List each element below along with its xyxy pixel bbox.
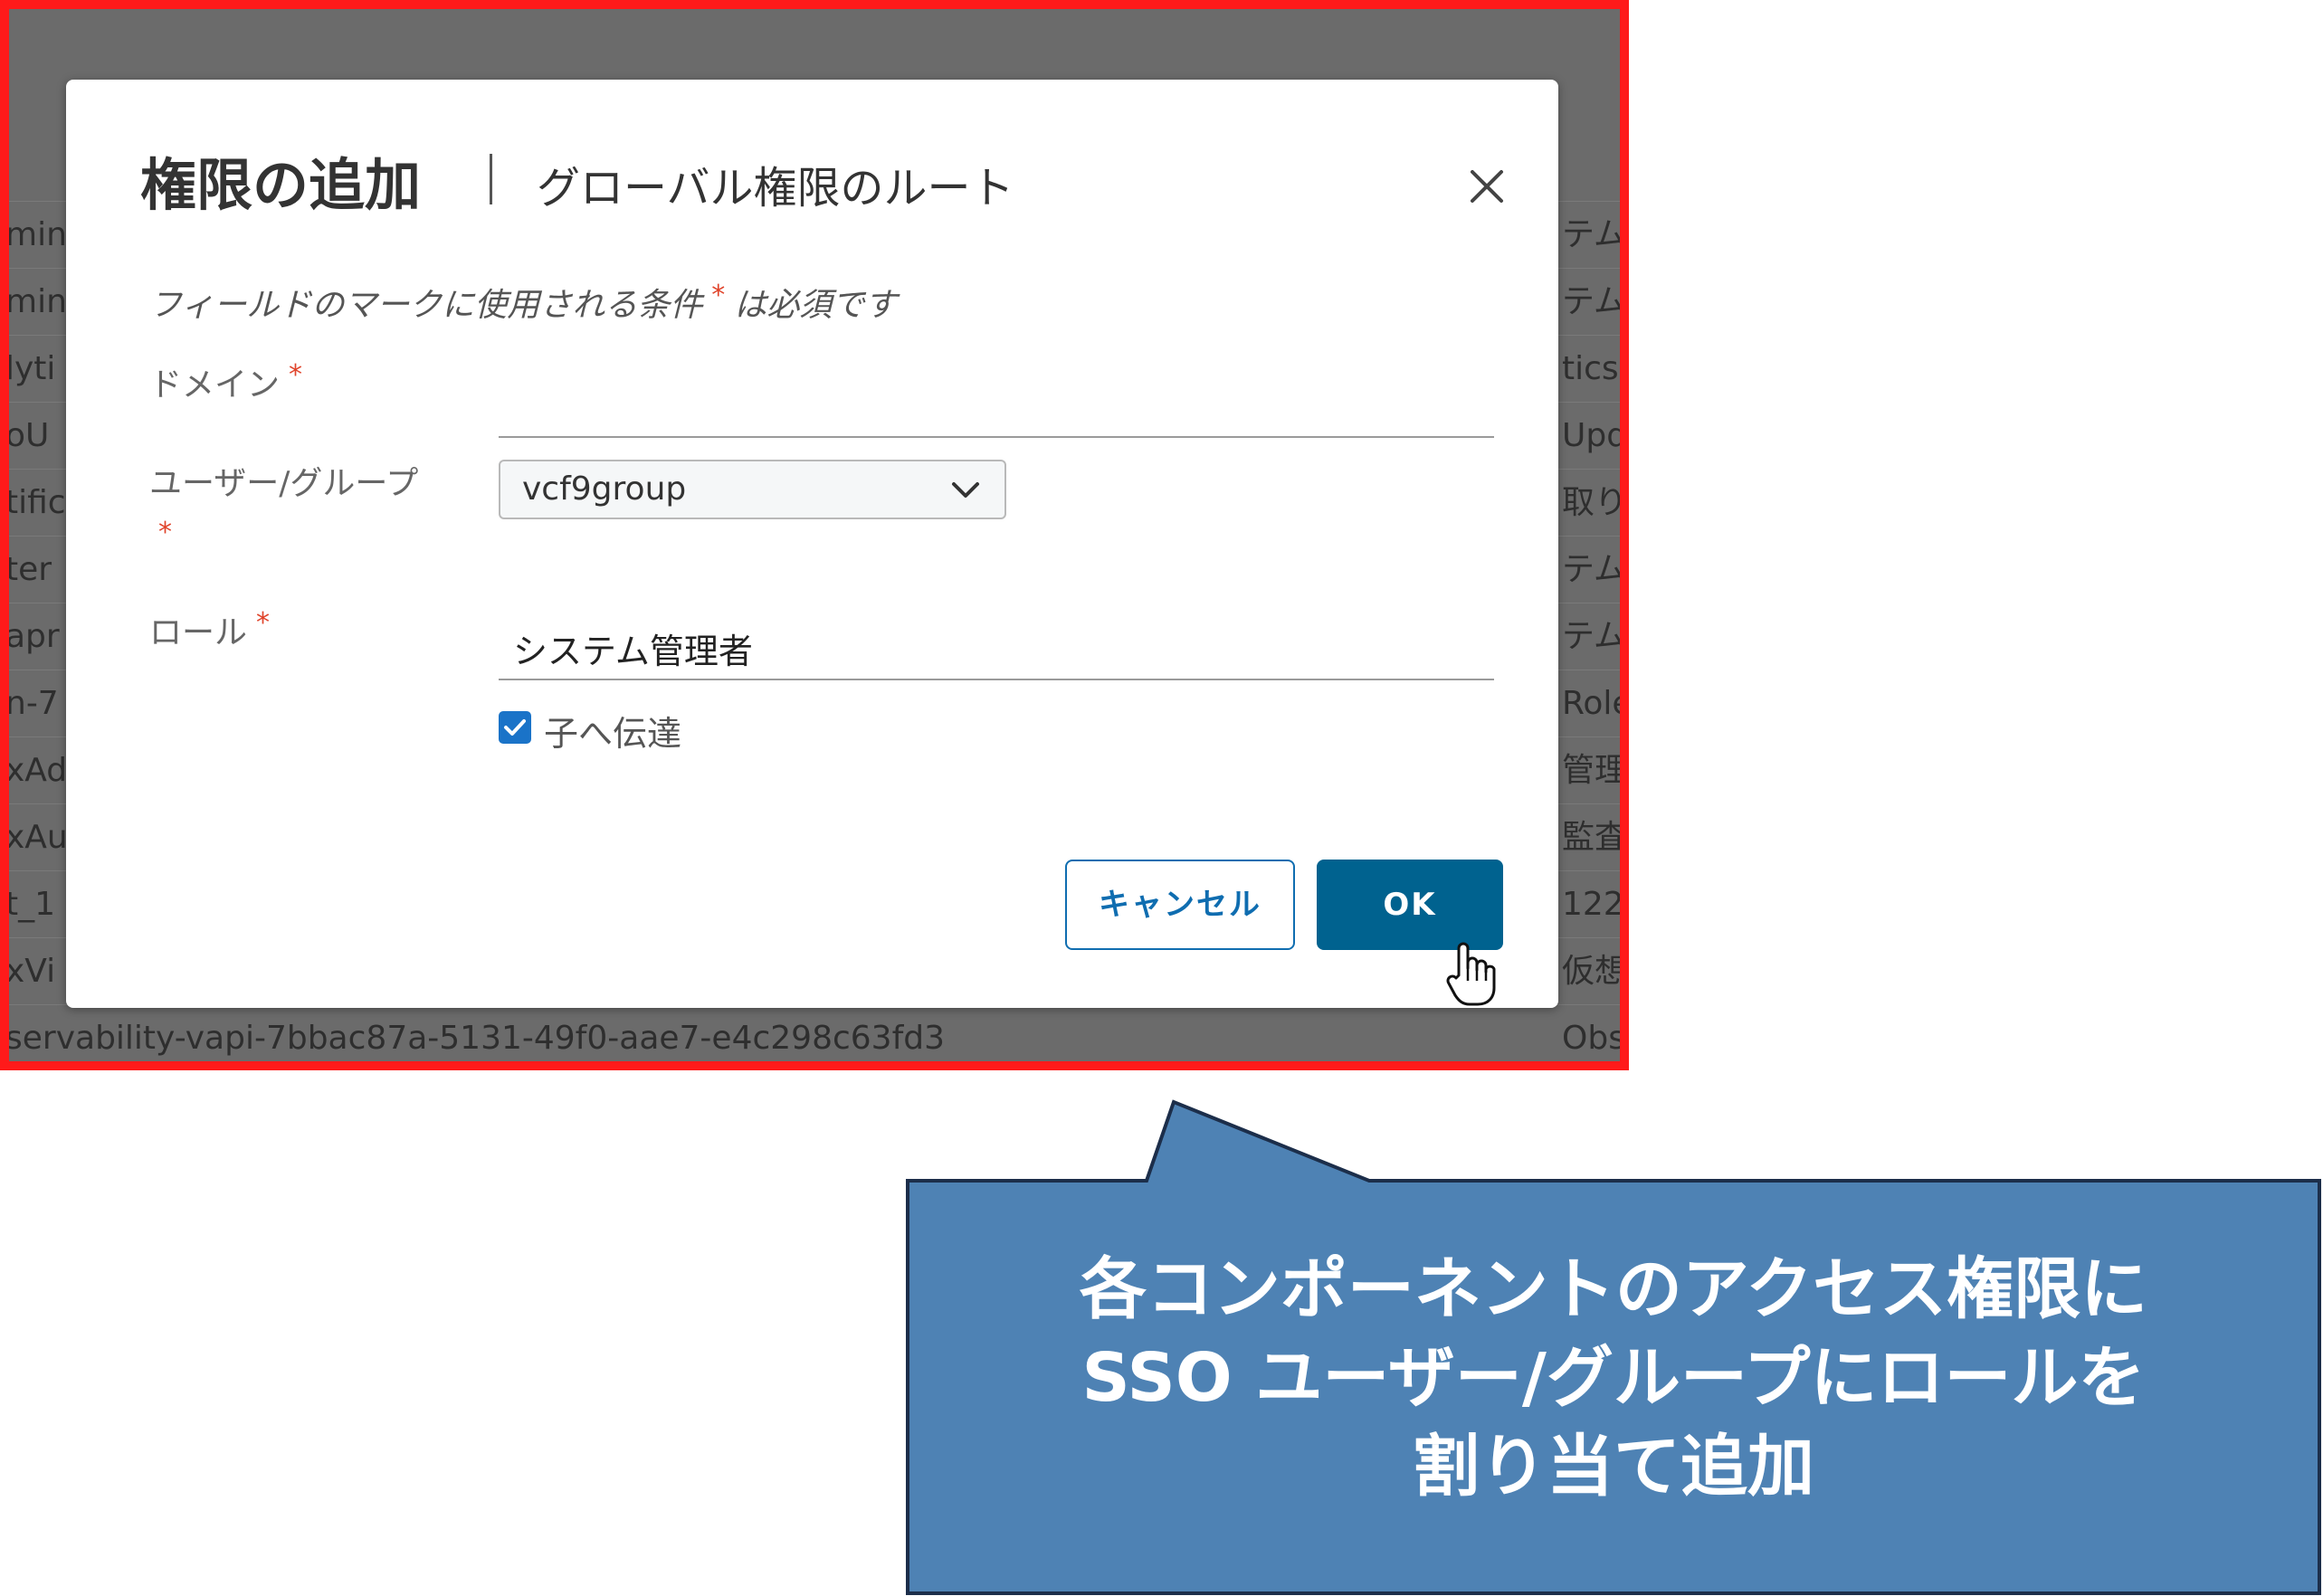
propagate-checkbox[interactable] xyxy=(499,711,531,744)
required-mark: * xyxy=(158,517,172,548)
ok-button[interactable]: OK xyxy=(1317,860,1503,950)
callout-text: 各コンポーネントのアクセス権限に SSO ユーザー/グループにロールを 割り当て… xyxy=(1079,1250,2148,1506)
propagate-label[interactable]: 子へ伝達 xyxy=(544,706,681,755)
checkmark-icon xyxy=(504,719,526,736)
dialog-title: 権限の追加 xyxy=(140,152,422,218)
screenshot-frame: minテム管 minテム管 lytitics oUUpd tific取り ter… xyxy=(0,0,1629,1070)
chevron-down-icon xyxy=(952,482,979,498)
add-permission-dialog: 権限の追加 グローバル権限のルート フィールドのマークに使用される条件 * は必須で… xyxy=(66,80,1558,1008)
close-icon xyxy=(1471,170,1503,203)
table-row[interactable]: servability-vapi-7bbac87a-5131-49f0-aae7… xyxy=(9,1004,1620,1061)
required-mark: * xyxy=(711,280,726,311)
close-button[interactable] xyxy=(1460,159,1514,214)
user-group-select[interactable]: vcf9group xyxy=(499,460,1006,519)
domain-label: ドメイン * xyxy=(149,359,303,404)
user-group-label: ユーザー/グループ* xyxy=(149,465,419,548)
title-separator xyxy=(490,154,492,204)
role-label: ロール * xyxy=(149,607,271,651)
cancel-button[interactable]: キャンセル xyxy=(1065,860,1295,950)
required-mark: * xyxy=(256,607,271,639)
hand-pointer-icon xyxy=(1446,942,1496,1006)
role-input[interactable] xyxy=(499,617,1494,680)
user-group-value: vcf9group xyxy=(522,470,687,508)
required-fields-note: フィールドのマークに使用される条件 * は必須です xyxy=(149,280,898,324)
domain-input[interactable] xyxy=(499,396,1494,438)
dialog-subtitle: グローバル権限のルート xyxy=(537,163,1014,214)
required-mark: * xyxy=(289,359,303,391)
